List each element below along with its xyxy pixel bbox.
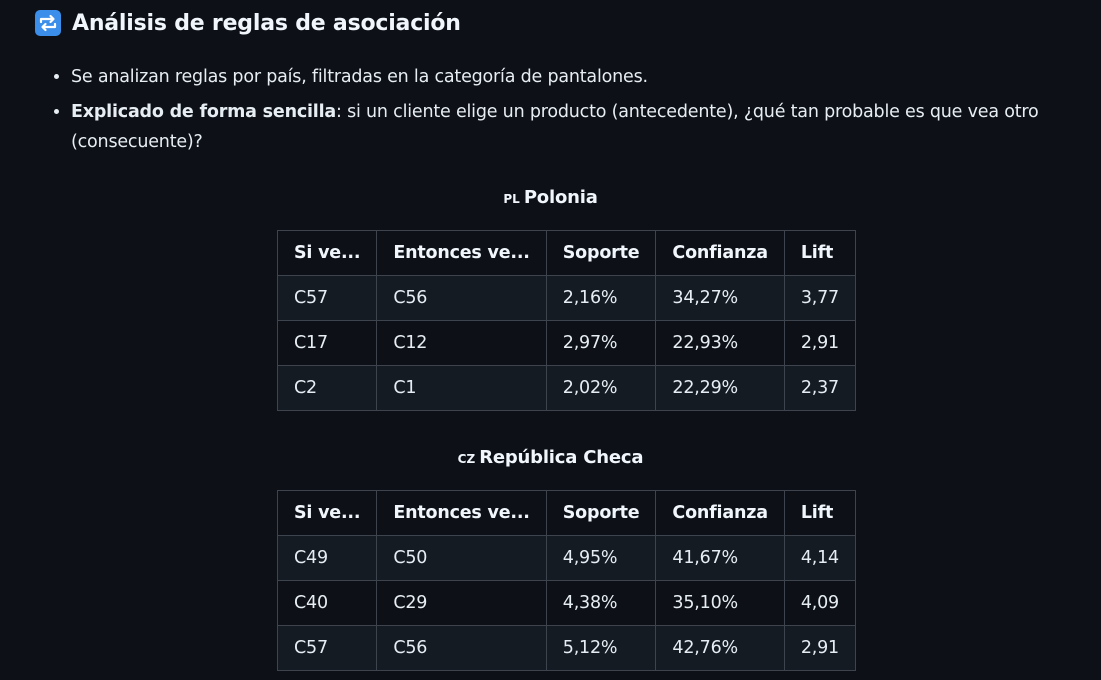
- cell-confidence: 22,29%: [655, 365, 785, 411]
- column-header-support: Soporte: [545, 490, 657, 536]
- flag-pl-icon: PL: [503, 192, 520, 206]
- column-header-lift: Lift: [783, 230, 857, 276]
- cell-consequent: C1: [376, 365, 547, 411]
- cell-antecedent: C49: [276, 535, 378, 581]
- table-row: C49 C50 4,95% 41,67% 4,14: [276, 535, 857, 581]
- table-row: C17 C12 2,97% 22,93% 2,91: [276, 320, 857, 366]
- cell-support: 2,97%: [545, 320, 657, 366]
- table-row: C2 C1 2,02% 22,29% 2,37: [276, 365, 857, 411]
- flag-cz-icon: CZ: [457, 452, 476, 466]
- bullet-bold-text: Explicado de forma sencilla: [71, 102, 337, 122]
- column-header-antecedent: Si ve...: [276, 230, 378, 276]
- repeat-arrows-icon: [35, 10, 61, 36]
- cell-support: 4,95%: [545, 535, 657, 581]
- cell-confidence: 22,93%: [655, 320, 785, 366]
- column-header-consequent: Entonces ve...: [376, 490, 547, 536]
- cell-antecedent: C17: [276, 320, 378, 366]
- cell-antecedent: C57: [276, 275, 378, 321]
- bullet-list: Se analizan reglas por país, filtradas e…: [48, 62, 1081, 162]
- cell-support: 2,02%: [545, 365, 657, 411]
- rules-table-republica-checa: Si ve... Entonces ve... Soporte Confianz…: [276, 490, 857, 671]
- table-row: C57 C56 5,12% 42,76% 2,91: [276, 625, 857, 671]
- column-header-antecedent: Si ve...: [276, 490, 378, 536]
- bullet-item: Explicado de forma sencilla: si un clien…: [71, 97, 1081, 157]
- cell-antecedent: C2: [276, 365, 378, 411]
- page-title: Análisis de reglas de asociación: [72, 10, 461, 36]
- table-header-row: Si ve... Entonces ve... Soporte Confianz…: [276, 230, 857, 276]
- cell-support: 4,38%: [545, 580, 657, 626]
- cell-lift: 2,91: [783, 625, 857, 671]
- cell-lift: 3,77: [783, 275, 857, 321]
- cell-lift: 4,14: [783, 535, 857, 581]
- cell-consequent: C12: [376, 320, 547, 366]
- column-header-confidence: Confianza: [655, 490, 785, 536]
- column-header-consequent: Entonces ve...: [376, 230, 547, 276]
- cell-confidence: 34,27%: [655, 275, 785, 321]
- cell-antecedent: C57: [276, 625, 378, 671]
- cell-consequent: C50: [376, 535, 547, 581]
- cell-consequent: C56: [376, 275, 547, 321]
- country-name: República Checa: [479, 447, 644, 468]
- country-title-republica-checa: CZ República Checa: [0, 447, 1101, 468]
- cell-support: 2,16%: [545, 275, 657, 321]
- cell-consequent: C29: [376, 580, 547, 626]
- column-header-lift: Lift: [783, 490, 857, 536]
- cell-antecedent: C40: [276, 580, 378, 626]
- cell-lift: 2,91: [783, 320, 857, 366]
- country-title-polonia: PL Polonia: [0, 187, 1101, 208]
- cell-lift: 2,37: [783, 365, 857, 411]
- table-row: C57 C56 2,16% 34,27% 3,77: [276, 275, 857, 321]
- column-header-support: Soporte: [545, 230, 657, 276]
- bullet-text: Se analizan reglas por país, filtradas e…: [71, 67, 648, 87]
- cell-confidence: 42,76%: [655, 625, 785, 671]
- table-header-row: Si ve... Entonces ve... Soporte Confianz…: [276, 490, 857, 536]
- country-name: Polonia: [523, 187, 598, 208]
- bullet-item: Se analizan reglas por país, filtradas e…: [71, 62, 1081, 92]
- table-row: C40 C29 4,38% 35,10% 4,09: [276, 580, 857, 626]
- cell-confidence: 41,67%: [655, 535, 785, 581]
- column-header-confidence: Confianza: [655, 230, 785, 276]
- section-heading: Análisis de reglas de asociación: [35, 10, 461, 36]
- cell-support: 5,12%: [545, 625, 657, 671]
- cell-lift: 4,09: [783, 580, 857, 626]
- rules-table-polonia: Si ve... Entonces ve... Soporte Confianz…: [276, 230, 857, 411]
- cell-consequent: C56: [376, 625, 547, 671]
- cell-confidence: 35,10%: [655, 580, 785, 626]
